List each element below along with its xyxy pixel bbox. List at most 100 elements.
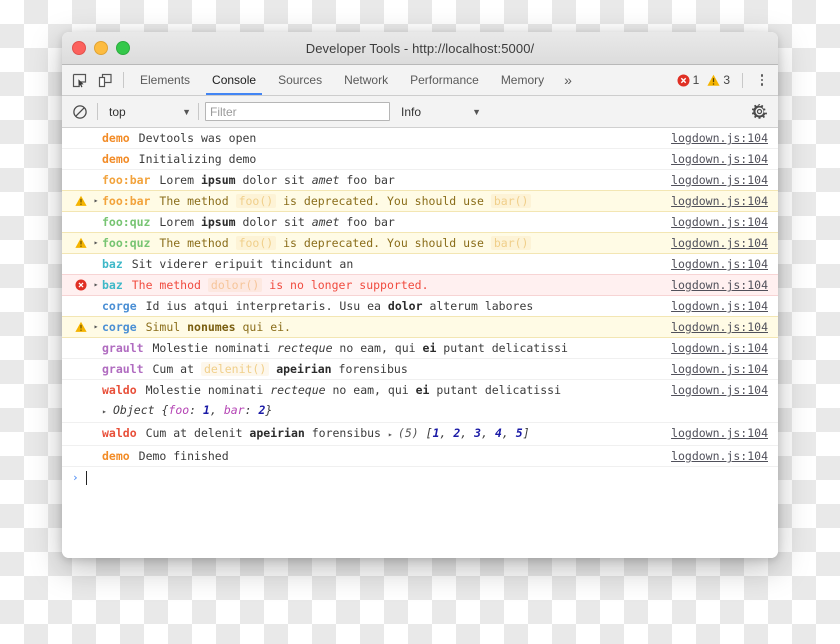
log-namespace: grault — [102, 362, 144, 376]
source-link[interactable]: logdown.js:104 — [671, 296, 778, 316]
devtools-menu-button[interactable] — [752, 65, 772, 95]
separator: , — [481, 426, 495, 440]
source-link[interactable]: logdown.js:104 — [671, 317, 778, 337]
filter-input[interactable] — [205, 102, 390, 121]
console-message-log[interactable]: demo Devtools was open logdown.js:104 — [62, 128, 778, 149]
console-message-log[interactable]: demo Demo finished logdown.js:104 — [62, 446, 778, 467]
toolbar-divider — [97, 103, 98, 120]
message-line: grault Cum at delenit() apeirian forensi… — [102, 359, 663, 379]
separator: , — [460, 426, 475, 440]
source-link[interactable]: logdown.js:104 — [671, 254, 778, 274]
object-key: bar — [223, 403, 245, 417]
log-level-select[interactable]: Info ▼ — [393, 105, 485, 119]
log-namespace: foo:bar — [102, 173, 151, 187]
message-content: waldo Molestie nominati recteque no eam,… — [102, 380, 671, 422]
clear-console-button[interactable] — [66, 104, 94, 119]
console-message-log[interactable]: foo:quz Lorem ipsum dolor sit amet foo b… — [62, 212, 778, 233]
message-line: baz The method dolor() is no longer supp… — [102, 275, 663, 295]
text-italic: amet — [311, 173, 340, 187]
source-link[interactable]: logdown.js:104 — [671, 128, 778, 148]
discloser-spacer — [90, 128, 102, 148]
text-bold: nonumes — [187, 320, 236, 334]
close-button[interactable] — [72, 41, 86, 55]
source-link[interactable]: logdown.js:104 — [671, 212, 778, 232]
window-controls — [72, 32, 130, 64]
warning-triangle-icon[interactable] — [707, 74, 720, 87]
tab-network[interactable]: Network — [333, 65, 399, 95]
object-preview[interactable]: ▸ Object {foo: 1, bar: 2} — [102, 400, 663, 422]
console-message-log[interactable]: grault Molestie nominati recteque no eam… — [62, 338, 778, 359]
inspect-element-button[interactable] — [66, 65, 92, 95]
text-plain: Simul — [145, 320, 188, 334]
text-bold: ipsum — [200, 173, 236, 187]
text-plain: The method — [159, 236, 236, 250]
text-plain: Sit viderer eripuit tincidunt an — [131, 257, 354, 271]
source-link[interactable]: logdown.js:104 — [671, 275, 778, 295]
expand-arrow-icon[interactable]: ▸ — [90, 191, 102, 211]
tab-elements[interactable]: Elements — [129, 65, 201, 95]
expand-arrow-icon[interactable]: ▸ — [90, 233, 102, 253]
message-line: corge Simul nonumes qui ei. — [102, 317, 663, 337]
text-plain: forensibus — [304, 426, 388, 440]
source-link[interactable]: logdown.js:104 — [671, 191, 778, 211]
expand-arrow-icon[interactable]: ▸ — [90, 317, 102, 337]
gutter-spacer — [72, 170, 90, 190]
console-message-list: demo Devtools was open logdown.js:104 demo… — [62, 128, 778, 467]
object-value: 1 — [203, 403, 210, 417]
text-plain: Lorem — [159, 215, 201, 229]
console-message-log[interactable]: waldo Molestie nominati recteque no eam,… — [62, 380, 778, 423]
array-preview[interactable]: ▸ (5) [1, 2, 3, 4, 5] — [388, 426, 530, 440]
console-message-log[interactable]: waldo Cum at delenit apeirian forensibus… — [62, 423, 778, 446]
text-plain: is deprecated. You should use — [276, 194, 491, 208]
source-link[interactable]: logdown.js:104 — [671, 149, 778, 169]
message-line: corge Id ius atqui interpretaris. Usu ea… — [102, 296, 663, 316]
source-link[interactable]: logdown.js:104 — [671, 423, 778, 443]
discloser-spacer — [90, 296, 102, 316]
log-namespace: grault — [102, 341, 144, 355]
message-content: corge Id ius atqui interpretaris. Usu ea… — [102, 296, 671, 316]
source-link[interactable]: logdown.js:104 — [671, 446, 778, 466]
console-message-log[interactable]: baz Sit viderer eripuit tincidunt an logd… — [62, 254, 778, 275]
console-message-error[interactable]: ▸ baz The method dolor() is no longer sup… — [62, 274, 778, 296]
source-link[interactable]: logdown.js:104 — [671, 338, 778, 358]
console-message-warning[interactable]: ▸ foo:bar The method foo() is deprecated.… — [62, 190, 778, 212]
console-message-log[interactable]: grault Cum at delenit() apeirian forensi… — [62, 359, 778, 380]
message-content: foo:bar Lorem ipsum dolor sit amet foo b… — [102, 170, 671, 190]
maximize-button[interactable] — [116, 41, 130, 55]
console-output[interactable]: demo Devtools was open logdown.js:104 demo… — [62, 128, 778, 558]
source-link[interactable]: logdown.js:104 — [671, 380, 778, 400]
inspect-element-icon — [72, 73, 86, 87]
tab-sources[interactable]: Sources — [267, 65, 333, 95]
expand-arrow-icon[interactable]: ▸ — [388, 425, 398, 445]
more-tabs-button[interactable]: » — [555, 65, 581, 95]
warning-icon-cell — [72, 317, 90, 337]
source-link[interactable]: logdown.js:104 — [671, 233, 778, 253]
message-content: demo Devtools was open — [102, 128, 671, 148]
console-settings-button[interactable] — [745, 104, 773, 119]
source-link[interactable]: logdown.js:104 — [671, 170, 778, 190]
devtools-tabbar: Elements Console Sources Network Perform… — [62, 65, 778, 96]
error-circle-icon[interactable] — [677, 74, 690, 87]
inline-code: foo() — [235, 236, 277, 250]
source-link[interactable]: logdown.js:104 — [671, 359, 778, 379]
device-toolbar-button[interactable] — [92, 65, 118, 95]
execution-context-select[interactable]: top ▼ — [101, 105, 195, 119]
tab-performance[interactable]: Performance — [399, 65, 490, 95]
console-message-log[interactable]: foo:bar Lorem ipsum dolor sit amet foo b… — [62, 170, 778, 191]
tab-console[interactable]: Console — [201, 65, 267, 95]
console-message-warning[interactable]: ▸ foo:quz The method foo() is deprecated.… — [62, 232, 778, 254]
tab-memory[interactable]: Memory — [490, 65, 555, 95]
log-namespace: foo:bar — [102, 194, 151, 208]
console-message-warning[interactable]: ▸ corge Simul nonumes qui ei. logdown.js:1… — [62, 316, 778, 338]
expand-arrow-icon[interactable]: ▸ — [102, 402, 113, 422]
console-message-log[interactable]: demo Initializing demo logdown.js:104 — [62, 149, 778, 170]
gutter-spacer — [72, 423, 90, 443]
minimize-button[interactable] — [94, 41, 108, 55]
log-namespace: foo:quz — [102, 236, 151, 250]
expand-arrow-icon[interactable]: ▸ — [90, 275, 102, 295]
message-content: demo Demo finished — [102, 446, 671, 466]
console-prompt[interactable]: › — [62, 467, 778, 489]
object-key: foo — [168, 403, 190, 417]
console-message-log[interactable]: corge Id ius atqui interpretaris. Usu ea… — [62, 296, 778, 317]
log-namespace: waldo — [102, 426, 137, 440]
